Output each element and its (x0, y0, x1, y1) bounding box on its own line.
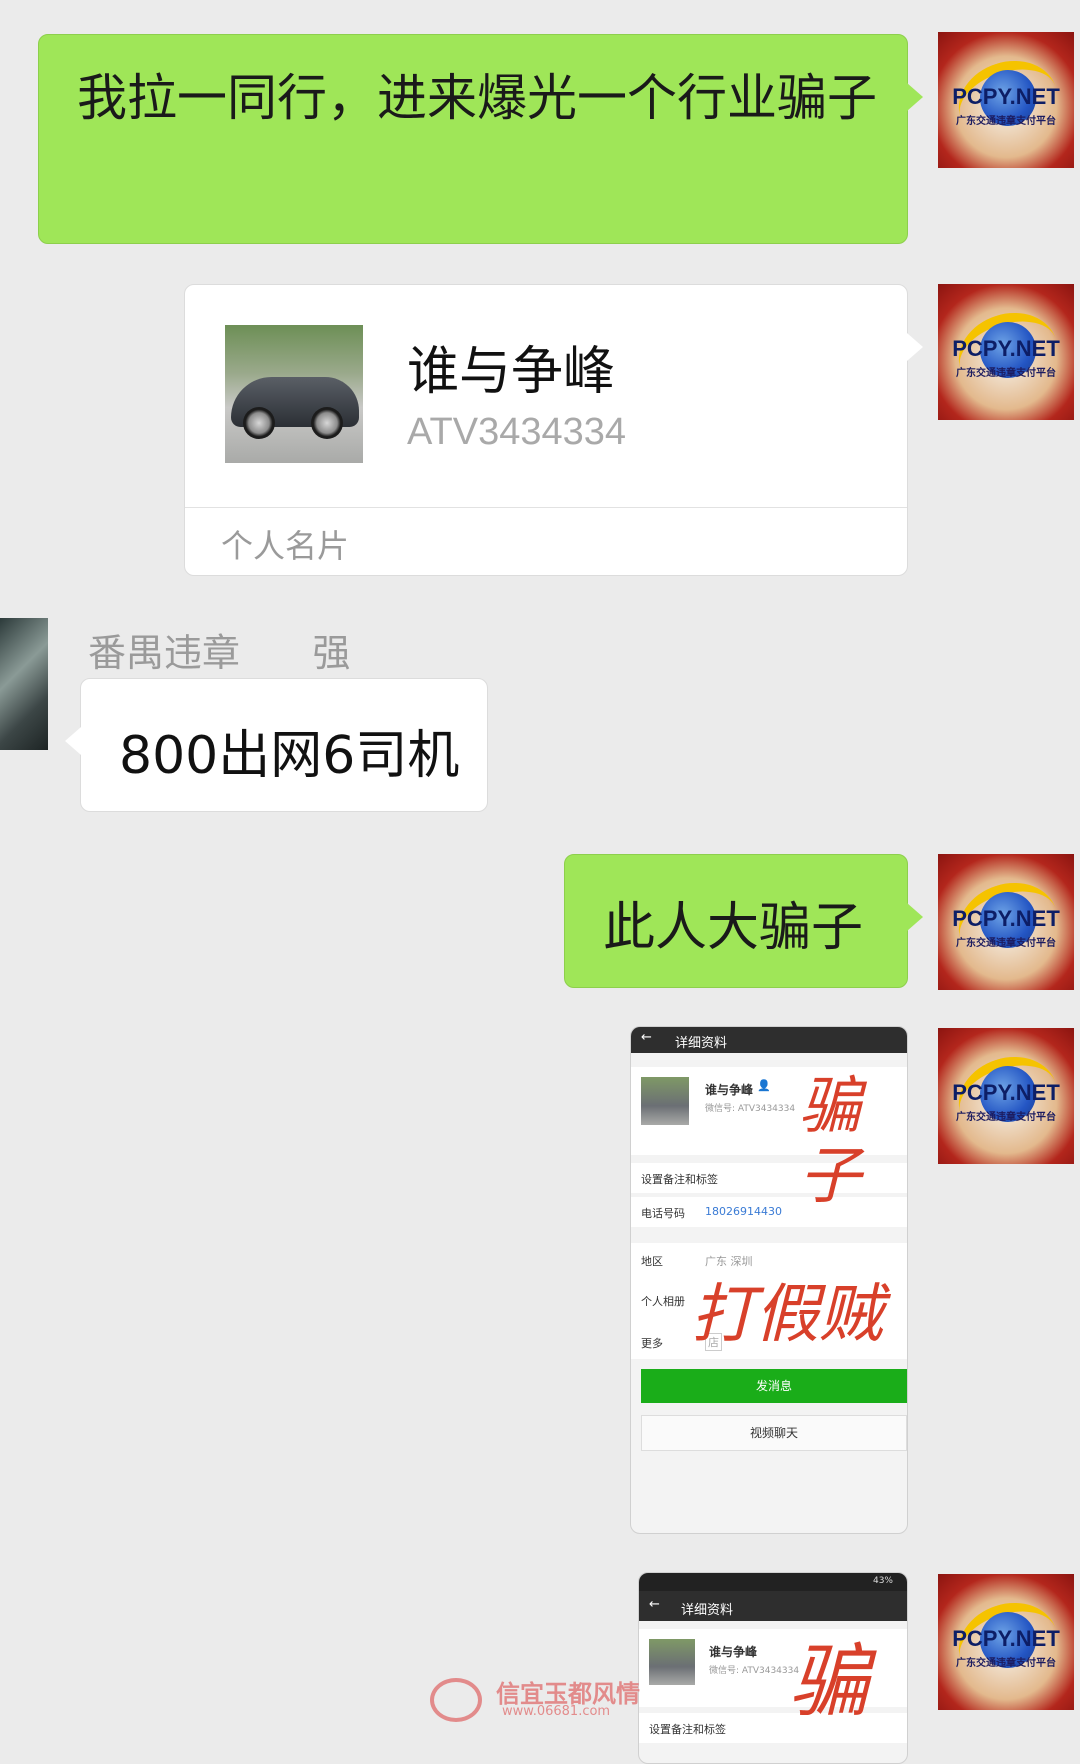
profile-name: 谁与争峰 (709, 1645, 758, 1659)
card-divider (185, 507, 907, 508)
profile-name: 谁与争峰 (705, 1083, 754, 1097)
avatar[interactable]: PCPY.NET 广东交通违章支付平台 (938, 1574, 1074, 1710)
more-label: 更多 (641, 1337, 663, 1350)
remark-label: 设置备注和标签 (649, 1723, 726, 1736)
profile-photo (649, 1639, 695, 1685)
avatar[interactable]: PCPY.NET 广东交通违章支付平台 (938, 284, 1074, 420)
profile-photo (641, 1077, 689, 1125)
car-wheel (311, 407, 343, 439)
video-chat-label: 视频聊天 (749, 1426, 798, 1440)
message-text: 此人大骗子 (603, 898, 864, 958)
avatar-brand: PCPY.NET (952, 1080, 1060, 1105)
video-chat-button[interactable]: 视频聊天 (641, 1415, 907, 1451)
image-message[interactable]: ← 详细资料 谁与争峰 👤 微信号: ATV3434334 设置备注和标签 电话… (630, 1026, 908, 1534)
message-bubble-outgoing[interactable]: 此人大骗子 (564, 854, 923, 988)
sender-avatar[interactable] (0, 618, 48, 750)
contact-name: 谁与争峰 (407, 342, 616, 402)
profile-wechat-id: 微信号: ATV3434334 (709, 1666, 800, 1676)
send-message-button[interactable]: 发消息 (641, 1369, 907, 1403)
message-bubble-incoming[interactable]: 800出网6司机 (65, 678, 488, 812)
watermark-url: www.06681.com (502, 1704, 611, 1719)
handwriting-annotation: 骗子 (799, 1069, 862, 1212)
phone-label: 电话号码 (641, 1207, 685, 1220)
region-label: 地区 (641, 1255, 663, 1268)
message-text: 800出网6司机 (119, 726, 460, 786)
avatar-brand: PCPY.NET (952, 906, 1060, 931)
avatar[interactable]: PCPY.NET 广东交通违章支付平台 (938, 32, 1074, 168)
screenshot-status-bar: 43% (639, 1573, 907, 1591)
battery-status: 43% (872, 1576, 893, 1586)
contact-card[interactable]: 谁与争峰 ATV3434334 个人名片 (184, 284, 923, 576)
handwriting-annotation: 打假贼 (691, 1278, 883, 1352)
avatar[interactable]: PCPY.NET 广东交通违章支付平台 (938, 854, 1074, 990)
contact-photo (225, 325, 363, 463)
screenshot-titlebar: ← 详细资料 (631, 1027, 907, 1053)
phone-value: 18026914430 (705, 1205, 782, 1218)
avatar-brand: PCPY.NET (952, 84, 1060, 109)
avatar-subtitle: 广东交通违章支付平台 (956, 1112, 1056, 1123)
remark-label: 设置备注和标签 (641, 1173, 718, 1186)
screenshot-title: 详细资料 (681, 1603, 734, 1618)
avatar-subtitle: 广东交通违章支付平台 (956, 368, 1056, 379)
screenshot-title: 详细资料 (675, 1036, 728, 1051)
profile-wechat-id: 微信号: ATV3434334 (705, 1104, 796, 1114)
watermark-logo-icon (430, 1678, 482, 1722)
image-message[interactable]: 43% ← 详细资料 谁与争峰 微信号: ATV3434334 设置备注和标签 … (638, 1572, 908, 1764)
avatar[interactable]: PCPY.NET 广东交通违章支付平台 (938, 1028, 1074, 1164)
card-footer-label: 个人名片 (221, 527, 350, 565)
back-arrow-icon: ← (649, 1597, 660, 1612)
handwriting-annotation: 骗 (789, 1635, 869, 1728)
send-message-label: 发消息 (755, 1379, 792, 1393)
message-bubble-outgoing[interactable]: 我拉一同行，进来爆光一个行业骗子 (38, 34, 923, 244)
sender-name: 番禺违章 强 (88, 631, 351, 675)
message-text: 我拉一同行，进来爆光一个行业骗子 (77, 69, 877, 127)
contact-id: ATV3434334 (407, 411, 627, 453)
back-arrow-icon: ← (641, 1030, 652, 1045)
avatar-subtitle: 广东交通违章支付平台 (956, 1658, 1056, 1669)
avatar-subtitle: 广东交通违章支付平台 (956, 116, 1056, 127)
avatar-subtitle: 广东交通违章支付平台 (956, 938, 1056, 949)
album-label: 个人相册 (641, 1295, 685, 1308)
avatar-brand: PCPY.NET (952, 336, 1060, 361)
user-icon: 👤 (757, 1079, 771, 1092)
car-wheel (243, 407, 275, 439)
avatar-brand: PCPY.NET (952, 1626, 1060, 1651)
